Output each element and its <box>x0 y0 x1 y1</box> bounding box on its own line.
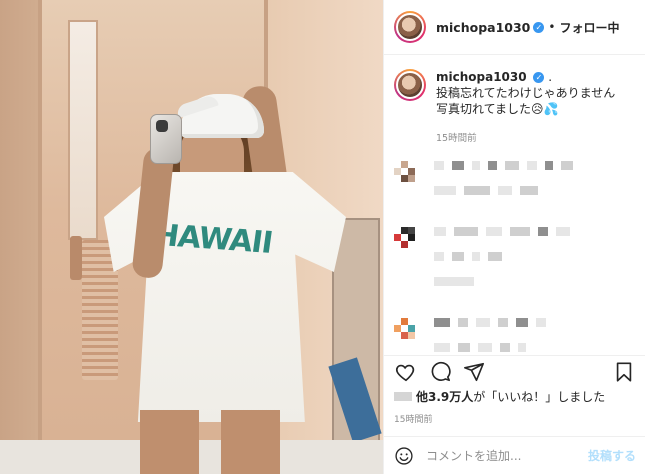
comment-avatar-pixelated[interactable] <box>394 161 422 189</box>
tshirt-print: HAWAII <box>151 217 275 261</box>
comment-form: 投稿する <box>384 436 645 474</box>
caption: michopa1030 ✓ . 投稿忘れてたわけじゃありません 写真切れてました… <box>384 55 645 147</box>
comment-text-pixelated <box>434 161 635 211</box>
post-header: michopa1030 ✓ • フォロー中 <box>384 0 645 55</box>
share-button[interactable] <box>462 360 486 384</box>
bookmark-icon <box>616 361 632 382</box>
likers-pixelated <box>394 392 412 401</box>
instagram-post: HAWAII michopa1030 ✓ • フォロー中 michopa1030… <box>0 0 645 474</box>
post-timestamp[interactable]: 15時間前 <box>394 412 432 425</box>
comment-input[interactable] <box>426 448 588 463</box>
share-icon <box>464 362 484 381</box>
door-handle <box>70 236 82 280</box>
post-photo[interactable]: HAWAII <box>0 0 383 474</box>
caption-suffix: . <box>548 70 553 84</box>
header-username[interactable]: michopa1030 <box>436 20 530 35</box>
likes-count: 3.9万人 <box>428 390 474 404</box>
likes-prefix: 他 <box>416 390 429 404</box>
avatar-image <box>396 71 424 99</box>
separator: • <box>548 20 556 34</box>
caption-timestamp[interactable]: 15時間前 <box>436 131 635 147</box>
comment-icon <box>431 361 451 381</box>
emoji-icon[interactable] <box>394 446 414 466</box>
likes-summary[interactable]: 他 3.9万人 が「いいね！」しました <box>394 388 605 405</box>
comment-item <box>384 227 645 302</box>
comment-item <box>384 161 645 211</box>
following-button[interactable]: フォロー中 <box>559 19 619 36</box>
verified-icon: ✓ <box>533 21 545 33</box>
heart-icon <box>395 364 415 381</box>
phone-camera <box>156 120 168 132</box>
caption-line-2: 写真切れてました😥💦 <box>436 102 559 116</box>
post-comment-button[interactable]: 投稿する <box>588 447 636 464</box>
like-button[interactable] <box>394 360 418 384</box>
smartphone <box>150 114 182 164</box>
likes-suffix: が「いいね！」しました <box>473 390 606 404</box>
caption-avatar[interactable] <box>394 69 426 101</box>
comment-avatar-pixelated[interactable] <box>394 227 422 255</box>
avatar-image <box>396 13 424 41</box>
action-bar <box>384 355 645 387</box>
person-legs <box>140 410 280 474</box>
door-window <box>68 20 98 240</box>
avatar[interactable] <box>394 11 426 43</box>
comment-text-pixelated <box>434 227 635 302</box>
caption-line-1: 投稿忘れてたわけじゃありません <box>436 86 616 100</box>
verified-icon: ✓ <box>533 72 545 83</box>
comment-avatar-pixelated[interactable] <box>394 318 422 346</box>
save-button[interactable] <box>612 360 636 384</box>
caption-username[interactable]: michopa1030 <box>436 70 527 84</box>
post-side-panel: michopa1030 ✓ • フォロー中 michopa1030 ✓ . 投稿… <box>383 0 645 474</box>
comment-button[interactable] <box>428 360 452 384</box>
caption-body: michopa1030 ✓ . 投稿忘れてたわけじゃありません 写真切れてました… <box>436 69 635 147</box>
